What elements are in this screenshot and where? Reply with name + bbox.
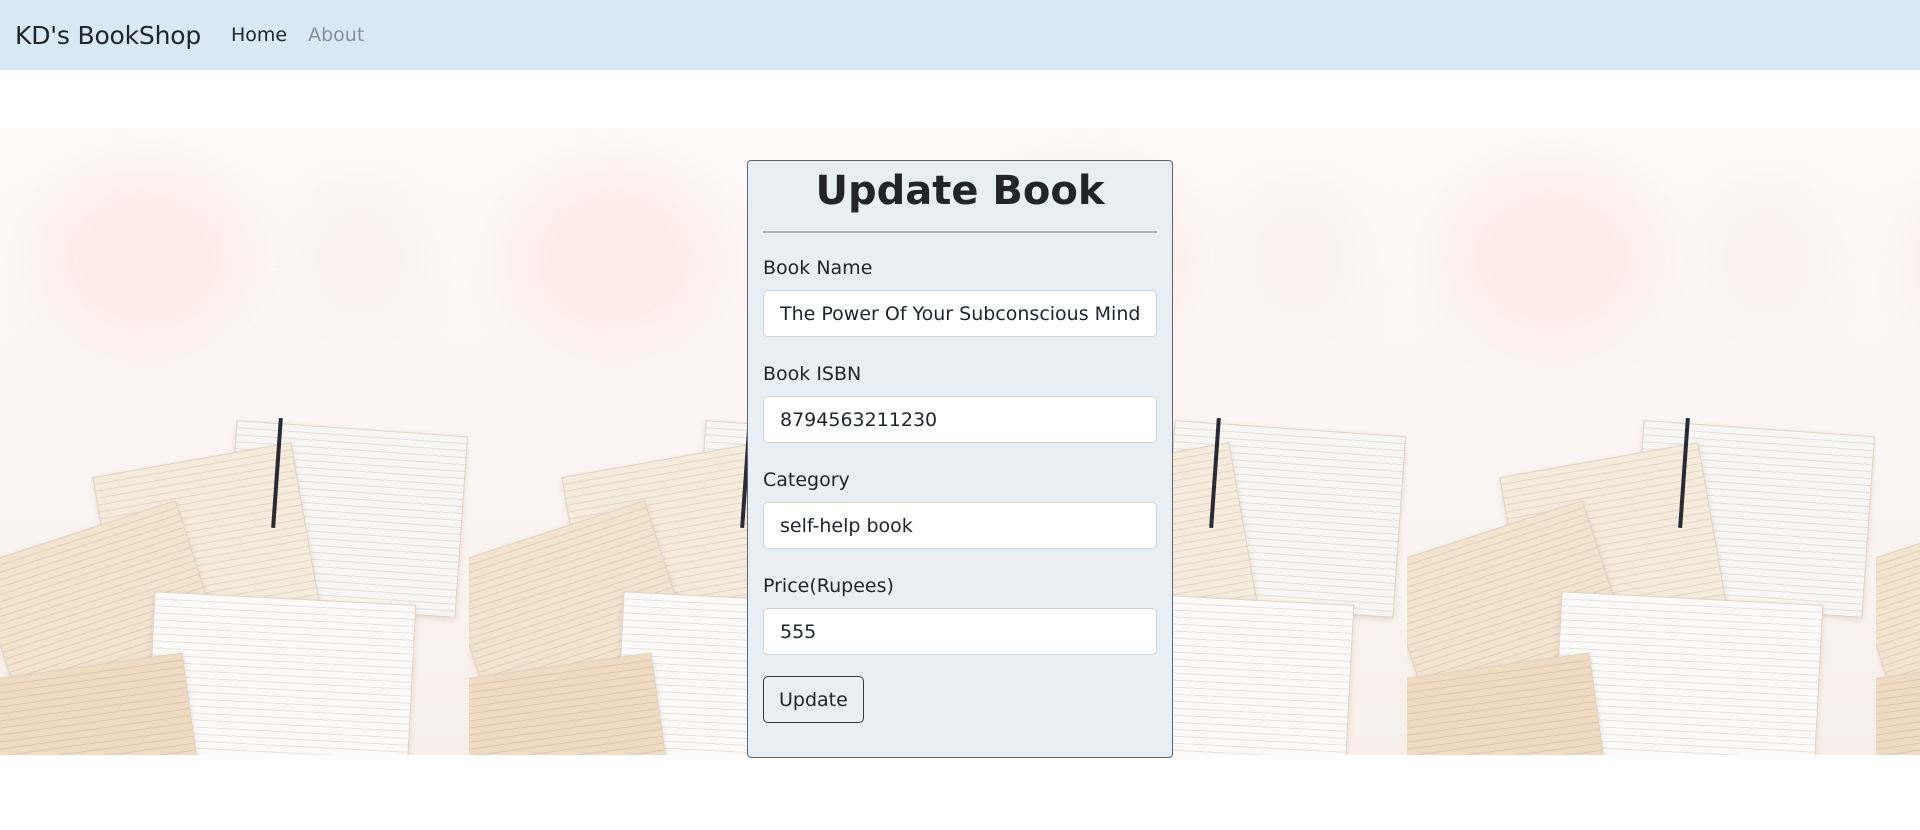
update-button[interactable]: Update — [763, 676, 864, 723]
book-isbn-input[interactable] — [763, 396, 1157, 443]
title-divider — [763, 231, 1157, 233]
price-label: Price(Rupees) — [763, 575, 894, 597]
update-book-form: Update Book Book Name Book ISBN Category… — [747, 160, 1173, 758]
nav-link-about[interactable]: About — [308, 24, 364, 46]
book-isbn-label: Book ISBN — [763, 363, 862, 385]
books-image-tile — [1407, 128, 1876, 755]
price-input[interactable] — [763, 608, 1157, 655]
form-title: Update Book — [815, 168, 1105, 214]
books-image-tile — [0, 128, 469, 755]
book-name-input[interactable] — [763, 290, 1157, 337]
book-name-label: Book Name — [763, 257, 873, 279]
brand-logo[interactable]: KD's BookShop — [15, 21, 201, 50]
category-input[interactable] — [763, 502, 1157, 549]
category-label: Category — [763, 469, 850, 491]
books-image-tile — [1876, 128, 1920, 755]
navbar: KD's BookShop Home About — [0, 0, 1920, 70]
nav-link-home[interactable]: Home — [231, 24, 287, 46]
